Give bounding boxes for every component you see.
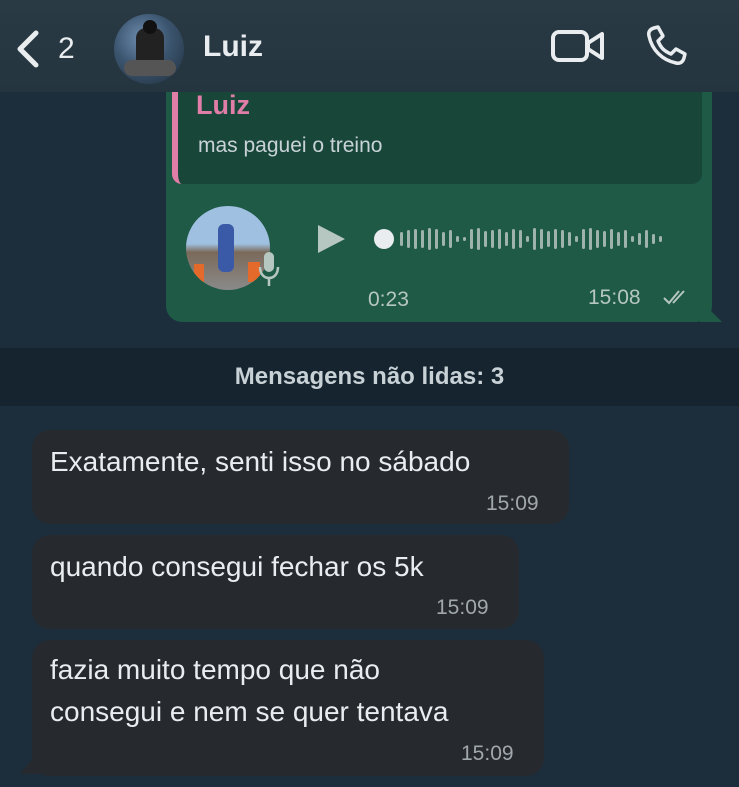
message-time: 15:09 — [461, 742, 514, 765]
message-text: quando consegui fechar os 5k — [50, 551, 424, 582]
contact-name[interactable]: Luiz — [203, 30, 263, 64]
contact-avatar[interactable] — [114, 14, 184, 84]
message-text: Exatamente, senti isso no sábado — [50, 446, 471, 477]
message-time: 15:09 — [436, 596, 489, 619]
video-camera-icon[interactable] — [550, 26, 606, 66]
quoted-message-text: mas paguei o treino — [198, 134, 383, 157]
chat-header: 2 Luiz — [0, 0, 739, 92]
unread-chats-count: 2 — [58, 32, 75, 65]
phone-icon[interactable] — [644, 24, 688, 68]
message-time: 15:08 — [588, 286, 641, 309]
voice-duration: 0:23 — [368, 288, 409, 311]
unread-messages-divider: Mensagens não lidas: 3 — [0, 348, 739, 406]
back-button[interactable]: 2 — [14, 26, 86, 72]
message-time: 15:09 — [486, 492, 539, 515]
play-icon[interactable] — [314, 222, 348, 256]
message-text-line: fazia muito tempo que não — [50, 654, 380, 685]
chevron-left-icon — [17, 30, 39, 68]
unread-messages-label: Mensagens não lidas: 3 — [234, 363, 505, 390]
message-text-line: consegui e nem se quer tentava — [50, 696, 449, 727]
microphone-icon — [258, 252, 280, 286]
double-check-icon — [663, 290, 685, 305]
bubble-tail — [20, 748, 42, 774]
quoted-message-author: Luiz — [196, 90, 250, 120]
voice-waveform[interactable] — [372, 222, 682, 256]
